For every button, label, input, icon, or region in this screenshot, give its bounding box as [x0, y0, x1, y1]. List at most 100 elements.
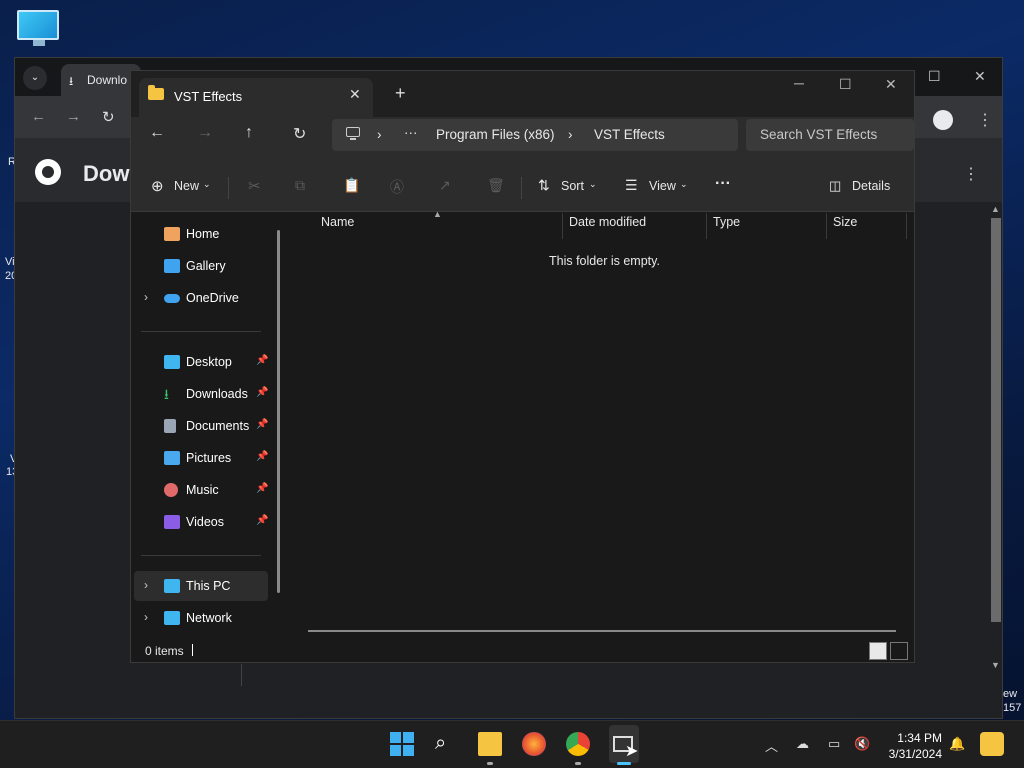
copilot-preview-icon[interactable] — [980, 732, 1004, 756]
cut-icon[interactable]: ✂ — [248, 177, 261, 195]
close-tab-icon[interactable]: ✕ — [349, 86, 361, 103]
scroll-up-icon[interactable]: ▲ — [991, 204, 1000, 214]
more-options-icon[interactable]: ⋮ — [963, 164, 979, 184]
forward-icon[interactable]: → — [66, 108, 81, 125]
minimize-icon[interactable]: ─ — [794, 75, 804, 91]
breadcrumb-program-files[interactable]: Program Files (x86) — [436, 127, 555, 142]
rename-icon[interactable]: Ⓐ — [390, 177, 404, 197]
back-icon[interactable]: ← — [149, 124, 165, 142]
expand-chevron-icon[interactable]: › — [144, 610, 148, 624]
mouse-cursor-icon: ➤ — [625, 743, 639, 760]
search-input[interactable]: Search VST Effects — [746, 119, 914, 151]
sort-caret-icon: ▲ — [433, 209, 442, 219]
explorer-tab[interactable]: VST Effects ✕ — [139, 78, 373, 117]
start-button[interactable] — [390, 732, 414, 756]
chrome-tab-title: Downlo — [87, 73, 128, 87]
nav-item-downloads[interactable]: ⭳ Downloads 📌 — [134, 379, 268, 409]
close-window-icon[interactable]: ✕ — [885, 76, 897, 93]
nav-item-pictures[interactable]: Pictures 📌 — [134, 443, 268, 473]
sort-button[interactable]: Sort — [561, 179, 584, 193]
pin-icon[interactable]: 📌 — [256, 483, 268, 494]
expand-chevron-icon[interactable]: › — [144, 578, 148, 592]
page-scrollbar[interactable]: ▲ ▼ — [988, 204, 1002, 674]
view-button[interactable]: View — [649, 179, 676, 193]
profile-avatar[interactable] — [933, 110, 953, 130]
new-button[interactable]: New — [174, 179, 199, 193]
pin-icon[interactable]: 📌 — [256, 451, 268, 462]
chrome-menu-icon[interactable]: ⋮ — [977, 110, 993, 130]
file-explorer-taskbar-icon[interactable] — [478, 732, 502, 756]
onedrive-offline-icon[interactable]: ☁ — [796, 736, 809, 752]
column-header-size[interactable]: Size — [833, 215, 857, 229]
network-status-icon[interactable]: ▭ — [828, 736, 840, 752]
pin-icon[interactable]: 📌 — [256, 355, 268, 366]
more-options-icon[interactable]: ··· — [715, 175, 731, 193]
column-separator[interactable] — [706, 213, 707, 239]
pin-icon[interactable]: 📌 — [256, 515, 268, 526]
nav-pane-scrollbar[interactable] — [277, 230, 280, 593]
details-view-button[interactable] — [869, 642, 887, 660]
pin-icon[interactable]: 📌 — [256, 387, 268, 398]
breadcrumb-vst-effects[interactable]: VST Effects — [594, 127, 665, 142]
firefox-icon[interactable] — [522, 732, 546, 756]
divider — [141, 331, 261, 332]
download-icon: ⭳ — [69, 74, 74, 88]
nav-item-label: Videos — [186, 515, 224, 529]
maximize-icon[interactable]: ☐ — [839, 76, 852, 93]
large-icons-view-button[interactable] — [890, 642, 908, 660]
scroll-down-icon[interactable]: ▼ — [991, 660, 1000, 670]
this-pc-desktop-icon[interactable] — [17, 10, 61, 48]
breadcrumb-separator-icon: › — [568, 127, 573, 142]
search-button[interactable]: ⌕ — [435, 732, 459, 756]
expand-chevron-icon[interactable]: › — [144, 290, 148, 304]
nav-item-documents[interactable]: Documents 📌 — [134, 411, 268, 441]
horizontal-scrollbar[interactable] — [308, 630, 896, 632]
close-icon[interactable]: ✕ — [974, 68, 986, 85]
column-separator[interactable] — [562, 213, 563, 239]
notification-bell-icon[interactable]: 🔔 — [949, 736, 965, 752]
reload-icon[interactable]: ↻ — [102, 108, 115, 126]
column-header-date-modified[interactable]: Date modified — [569, 215, 646, 229]
breadcrumb-overflow[interactable]: ··· — [404, 125, 418, 140]
nav-item-desktop[interactable]: Desktop 📌 — [134, 347, 268, 377]
tab-search-button[interactable]: ⌄ — [23, 66, 47, 90]
column-header-type[interactable]: Type — [713, 215, 740, 229]
document-icon — [164, 419, 176, 433]
paste-icon[interactable]: 📋 — [343, 177, 360, 194]
pin-icon[interactable]: 📌 — [256, 419, 268, 430]
show-hidden-icons-icon[interactable]: ︿ — [765, 736, 778, 755]
nav-item-onedrive[interactable]: › OneDrive — [134, 283, 268, 313]
address-bar[interactable]: › ··· Program Files (x86) › VST Effects — [332, 119, 738, 151]
share-icon[interactable]: ↗ — [439, 177, 451, 194]
nav-item-label: Network — [186, 611, 232, 625]
up-icon[interactable]: ↑ — [245, 124, 253, 142]
copy-icon[interactable]: ⧉ — [295, 177, 305, 194]
nav-item-videos[interactable]: Videos 📌 — [134, 507, 268, 537]
chrome-tab[interactable]: ⭳ Downlo — [61, 64, 141, 96]
sort-icon: ⇅ — [538, 177, 550, 193]
maximize-icon[interactable]: ☐ — [928, 68, 941, 85]
details-button[interactable]: Details — [852, 179, 890, 193]
volume-muted-icon[interactable]: 🔇 — [854, 736, 870, 752]
refresh-icon[interactable]: ↻ — [293, 124, 306, 144]
cloud-icon — [164, 294, 180, 303]
nav-item-gallery[interactable]: Gallery — [134, 251, 268, 281]
divider — [241, 664, 242, 686]
clock-time: 1:34 PM — [897, 731, 942, 745]
back-icon[interactable]: ← — [31, 108, 46, 125]
system-clock[interactable]: 1:34 PM 3/31/2024 — [880, 730, 942, 762]
nav-item-network[interactable]: › Network — [134, 603, 268, 633]
forward-icon[interactable]: → — [197, 124, 213, 142]
nav-item-home[interactable]: Home — [134, 219, 268, 249]
column-header-name[interactable]: Name — [321, 215, 354, 229]
item-count: 0 items — [145, 644, 184, 658]
new-tab-button[interactable]: + — [395, 83, 406, 104]
column-separator[interactable] — [826, 213, 827, 239]
windows-logo-icon — [390, 732, 401, 743]
nav-item-this-pc[interactable]: › This PC — [134, 571, 268, 601]
nav-item-music[interactable]: Music 📌 — [134, 475, 268, 505]
chrome-taskbar-icon[interactable] — [566, 732, 590, 756]
scrollbar-thumb[interactable] — [991, 218, 1001, 622]
delete-icon[interactable]: 🗑 — [487, 177, 505, 194]
column-separator[interactable] — [906, 213, 907, 239]
